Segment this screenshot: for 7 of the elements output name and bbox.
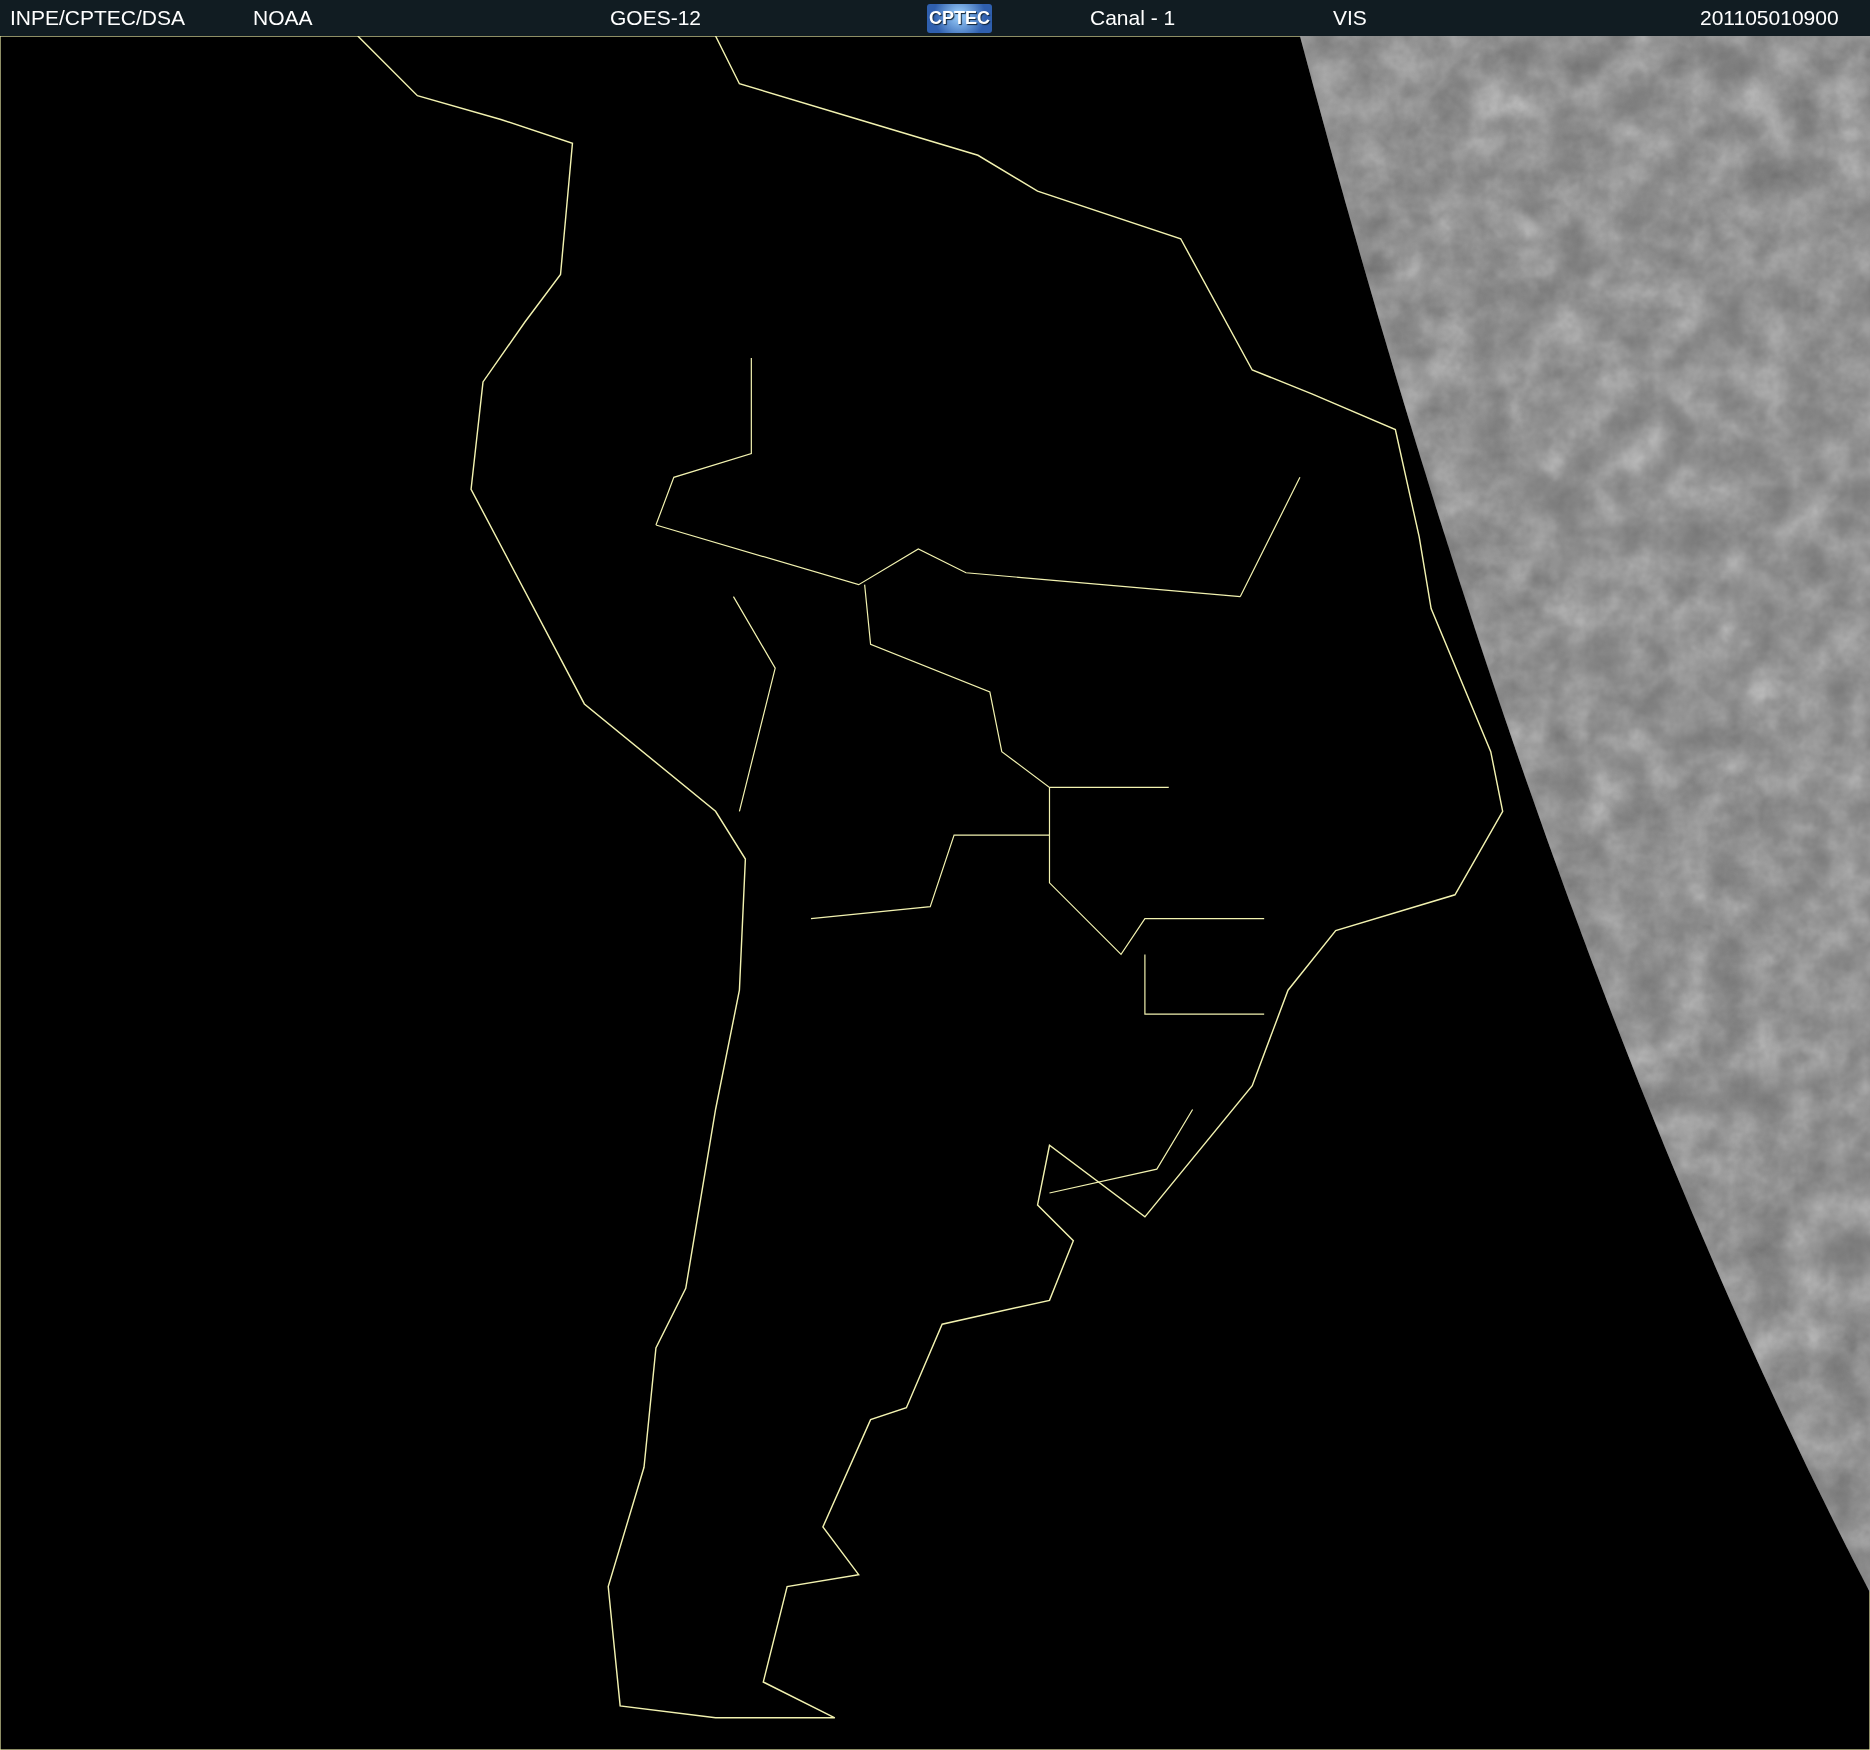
header-label: 201105010900 [1700, 6, 1839, 29]
header-label: Canal - 1 [1090, 6, 1176, 29]
logo: CPTEC [927, 3, 992, 33]
header-label: VIS [1333, 6, 1367, 29]
header-label: NOAA [253, 6, 313, 29]
header-label: INPE/CPTEC/DSA [10, 6, 186, 29]
header-label: GOES-12 [610, 6, 702, 29]
